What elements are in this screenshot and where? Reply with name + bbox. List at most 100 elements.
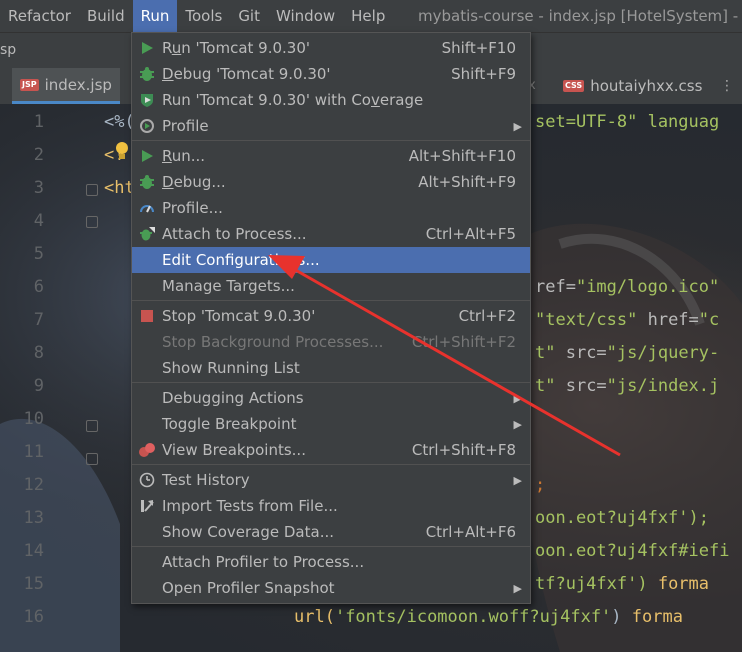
run-menu-item[interactable]: Profile ▶ [132,113,530,139]
code-token: forma [631,607,683,627]
code-line-1-end: set=UTF-8" languag [535,112,719,132]
run-menu-item[interactable]: Show Coverage Data... Ctrl+Alt+F6 [132,519,530,545]
debug-icon [138,173,156,191]
line-number: 1 [33,112,44,132]
fold-marker-icon[interactable] [86,453,98,465]
fold-marker-icon[interactable] [86,420,98,432]
run-menu-item-label: Show Coverage Data... [162,523,334,541]
line-number: 8 [33,343,44,363]
code-token: t" [535,343,566,363]
fold-marker-icon[interactable] [86,184,98,196]
line-number: 13 [23,508,44,528]
run-menu-item[interactable]: Run... Alt+Shift+F10 [132,143,530,169]
run-menu-item[interactable]: Manage Targets... [132,273,530,299]
tab-houtaiyhxx-css[interactable]: CSS houtaiyhxx.css [555,68,710,104]
run-menu-item[interactable]: Debug... Alt+Shift+F9 [132,169,530,195]
code-token: "js/index.j [606,376,720,396]
run-menu-item-label: View Breakpoints... [162,441,306,459]
line-number: 6 [33,277,44,297]
main-menu-bar: Refactor Build Run Tools Git Window Help… [0,0,742,32]
tab-label: index.jsp [44,75,112,94]
menu-separator [132,382,530,383]
code-token: ref= [535,277,576,297]
menu-window[interactable]: Window [268,0,343,32]
menu-tools[interactable]: Tools [177,0,230,32]
import-icon [138,497,156,515]
code-token: set=UTF-8" languag [535,112,720,132]
run-menu-item-shortcut: Alt+Shift+F10 [408,147,516,165]
run-menu-item[interactable]: Edit Configurations... [132,247,530,273]
line-number: 9 [33,376,44,396]
run-menu-item[interactable]: Attach Profiler to Process... [132,549,530,575]
tab-index-jsp[interactable]: JSP index.jsp [12,68,120,104]
run-icon [138,147,156,165]
line-number: 2 [33,145,44,165]
run-menu-item-label: Toggle Breakpoint [162,415,297,433]
run-menu-item-label: Stop 'Tomcat 9.0.30' [162,307,316,325]
line-number: 16 [23,607,44,627]
run-menu-item-label: Stop Background Processes... [162,333,384,351]
line-number: 15 [23,574,44,594]
code-token: "js/jquery- [606,343,720,363]
submenu-arrow-icon: ▶ [513,119,522,133]
code-line-6: ref="img/logo.ico" [535,277,719,297]
clock-icon [138,471,156,489]
profile-icon [138,117,156,135]
run-menu-item[interactable]: Stop 'Tomcat 9.0.30' Ctrl+F2 [132,303,530,329]
run-menu-item[interactable]: Stop Background Processes... Ctrl+Shift+F… [132,329,530,355]
menu-build[interactable]: Build [79,0,133,32]
run-menu-item-label: Debug 'Tomcat 9.0.30' [162,65,331,83]
fold-marker-icon[interactable] [86,216,98,228]
line-number: 14 [23,541,44,561]
run-menu-item[interactable]: Attach to Process... Ctrl+Alt+F5 [132,221,530,247]
run-menu-item[interactable]: Run 'Tomcat 9.0.30' Shift+F10 [132,35,530,61]
code-token: "c [698,310,720,330]
run-menu-item-label: Test History [162,471,250,489]
submenu-arrow-icon: ▶ [513,581,522,595]
run-menu-item-label: Profile [162,117,209,135]
run-menu-item-label: Profile... [162,199,223,217]
menu-run[interactable]: Run [132,0,178,32]
run-menu-item-shortcut: Shift+F10 [441,39,516,57]
run-menu-item[interactable]: Open Profiler Snapshot ▶ [132,575,530,601]
line-number: 12 [23,475,44,495]
debug-icon [138,65,156,83]
run-menu-item-label: Import Tests from File... [162,497,338,515]
code-token: 'fonts/icomoon.woff?uj4fxf' [334,607,612,627]
run-menu-item[interactable]: Show Running List [132,355,530,381]
run-menu-item[interactable]: Debug 'Tomcat 9.0.30' Shift+F9 [132,61,530,87]
menu-git[interactable]: Git [230,0,268,32]
code-line-8: t" src="js/jquery- [535,343,719,363]
run-menu-item[interactable]: Test History ▶ [132,467,530,493]
run-menu-item-label: Show Running List [162,359,300,377]
submenu-arrow-icon: ▶ [513,391,522,405]
menu-help[interactable]: Help [343,0,393,32]
code-token: tf?uj4fxf') [535,574,658,594]
run-menu-dropdown: Run 'Tomcat 9.0.30' Shift+F10 Debug 'Tomca… [131,32,531,604]
coverage-icon [138,91,156,109]
tab-label: houtaiyhxx.css [590,77,703,95]
run-menu-item[interactable]: Debugging Actions ▶ [132,385,530,411]
run-menu-item[interactable]: Run 'Tomcat 9.0.30' with Coverage [132,87,530,113]
project-label[interactable]: sp [0,42,16,58]
line-number: 5 [33,244,44,264]
run-menu-item[interactable]: Profile... [132,195,530,221]
code-token: "text/css" [535,310,648,330]
menu-refactor[interactable]: Refactor [0,0,79,32]
run-menu-item[interactable]: Toggle Breakpoint ▶ [132,411,530,437]
submenu-arrow-icon: ▶ [513,473,522,487]
run-menu-item-label: Debug... [162,173,226,191]
code-token: src= [565,376,607,396]
code-token: url( [294,607,335,627]
run-menu-item-shortcut: Ctrl+Alt+F5 [425,225,516,243]
run-menu-item-shortcut: Ctrl+Alt+F6 [425,523,516,541]
more-tabs-icon[interactable]: ⋮ [720,78,734,94]
window-title: mybatis-course - index.jsp [HotelSystem]… [418,7,742,25]
submenu-arrow-icon: ▶ [513,417,522,431]
line-number: 4 [33,211,44,231]
lightbulb-icon[interactable] [114,140,130,162]
run-menu-item[interactable]: Import Tests from File... [132,493,530,519]
code-line-7: "text/css" href="c [535,310,719,330]
run-menu-item[interactable]: View Breakpoints... Ctrl+Shift+F8 [132,437,530,463]
run-menu-item-label: Open Profiler Snapshot [162,579,335,597]
